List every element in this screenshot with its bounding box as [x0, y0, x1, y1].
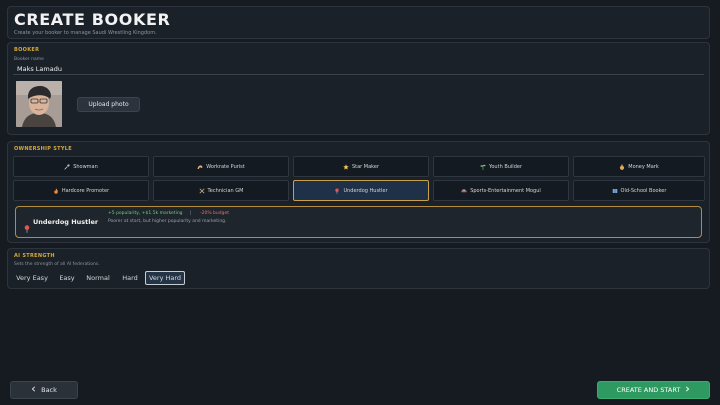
selected-style-separator: | [190, 211, 192, 216]
difficulty-very-hard[interactable]: Very Hard [145, 271, 185, 285]
avatar[interactable] [16, 81, 62, 127]
selected-style-title: Underdog Hustler [33, 218, 99, 226]
star-icon [343, 163, 349, 170]
book-icon [612, 188, 618, 194]
back-button-label: Back [41, 386, 57, 394]
difficulty-normal[interactable]: Normal [84, 271, 112, 285]
style-option-label: Hardcore Promoter [61, 187, 110, 194]
page-subtitle: Create your booker to manage Saudi Wrest… [14, 30, 157, 36]
style-option-technician-gm[interactable]: Technician GM [153, 180, 289, 201]
booker-name-input[interactable] [13, 63, 704, 75]
booker-panel: BOOKER Booker name Upload photo [7, 42, 710, 135]
upload-photo-button[interactable]: Upload photo [77, 97, 140, 112]
selected-style-malus: -20% budget [200, 211, 230, 216]
car-icon [461, 188, 467, 194]
difficulty-very-easy[interactable]: Very Easy [15, 271, 49, 285]
style-option-workrate-purist[interactable]: Workrate Purist [153, 156, 289, 177]
page-title: CREATE BOOKER [14, 10, 171, 29]
style-option-old-school-booker[interactable]: Old-School Booker [573, 180, 705, 201]
style-option-label: Workrate Purist [206, 163, 245, 170]
selected-style-detail: Underdog Hustler +5 popularity, +$1.5k m… [15, 206, 702, 238]
money-bag-icon [619, 164, 625, 170]
tools-icon [199, 188, 205, 194]
difficulty-easy[interactable]: Easy [56, 271, 78, 285]
difficulty-hard[interactable]: Hard [119, 271, 141, 285]
style-option-label: Sports-Entertainment Mogul [470, 187, 541, 194]
muscle-icon [197, 164, 203, 170]
chevron-right-icon [685, 386, 690, 394]
style-option-star-maker[interactable]: Star Maker [293, 156, 429, 177]
style-option-showman[interactable]: Showman [13, 156, 149, 177]
ai-strength-section-label: AI STRENGTH [14, 253, 55, 259]
microphone-icon [64, 163, 70, 170]
chevron-left-icon [31, 386, 36, 394]
ai-strength-panel: AI STRENGTH Sets the strength of all AI … [7, 248, 710, 289]
style-option-underdog-hustler[interactable]: Underdog Hustler [293, 180, 429, 201]
selected-style-description: Poorer at start, but higher popularity a… [108, 219, 227, 224]
selected-style-bonus: +5 popularity, +$1.5k marketing [108, 211, 183, 216]
style-option-label: Youth Builder [488, 163, 523, 170]
style-option-label: Old-School Booker [620, 187, 667, 194]
style-option-label: Underdog Hustler [343, 187, 388, 194]
fire-icon [53, 187, 59, 194]
booker-section-label: BOOKER [14, 47, 40, 53]
style-option-hardcore-promoter[interactable]: Hardcore Promoter [13, 180, 149, 201]
style-option-sports-entertainment-mogul[interactable]: Sports-Entertainment Mogul [433, 180, 569, 201]
style-option-label: Money Mark [628, 163, 659, 170]
booker-name-label: Booker name [14, 57, 44, 62]
sprout-icon [480, 164, 486, 170]
ownership-style-panel: OWNERSHIP STYLE Showman Workrate Purist … [7, 141, 710, 243]
pin-icon [24, 218, 30, 233]
create-and-start-button[interactable]: CREATE AND START [597, 381, 710, 399]
page-header: CREATE BOOKER Create your booker to mana… [7, 6, 710, 39]
back-button[interactable]: Back [10, 381, 78, 399]
ai-strength-hint: Sets the strength of all AI federations. [14, 262, 100, 267]
style-option-money-mark[interactable]: Money Mark [573, 156, 705, 177]
style-option-label: Showman [73, 163, 98, 170]
create-button-label: CREATE AND START [616, 386, 681, 394]
style-option-youth-builder[interactable]: Youth Builder [433, 156, 569, 177]
ownership-section-label: OWNERSHIP STYLE [14, 146, 73, 152]
style-option-label: Technician GM [207, 187, 244, 194]
pin-icon [334, 188, 340, 194]
style-option-label: Star Maker [351, 163, 380, 170]
